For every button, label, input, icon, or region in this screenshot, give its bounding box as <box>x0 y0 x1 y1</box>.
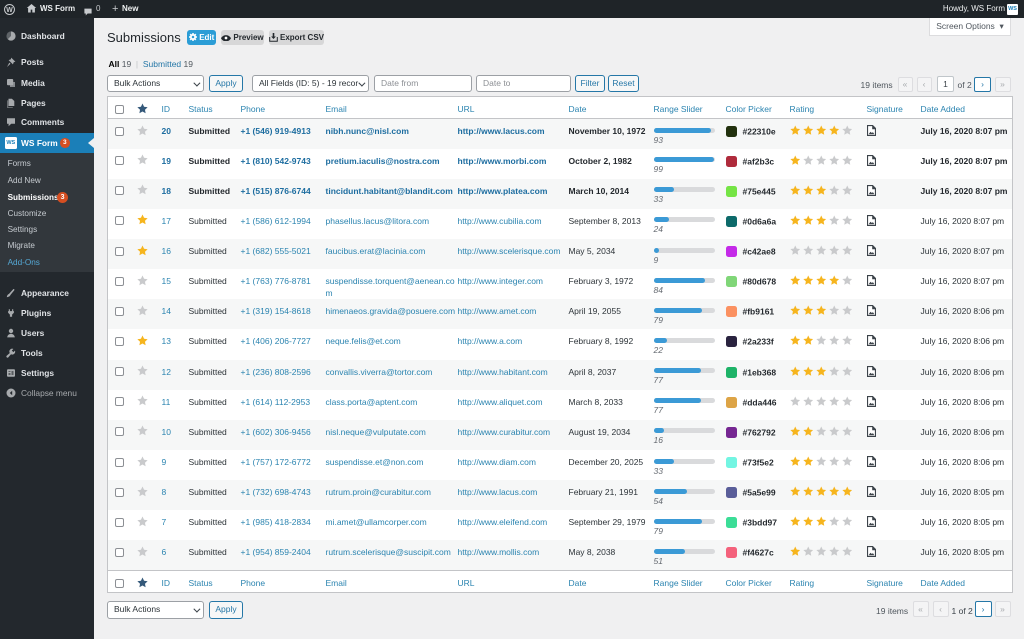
svg-text:W: W <box>6 6 13 13</box>
